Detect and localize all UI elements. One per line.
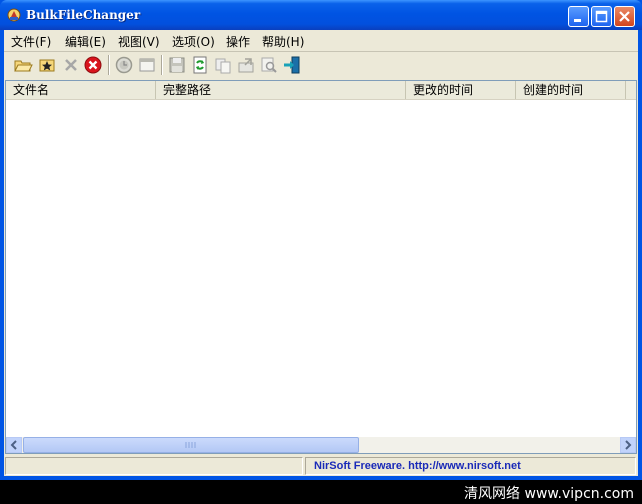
delete-icon[interactable] [61, 55, 81, 75]
stop-icon[interactable] [83, 55, 103, 75]
save-icon[interactable] [167, 55, 187, 75]
title-bar[interactable]: BulkFileChanger [0, 0, 642, 30]
window-icon[interactable] [137, 55, 157, 75]
copy-icon[interactable] [213, 55, 233, 75]
clock-icon[interactable] [114, 55, 134, 75]
maximize-icon [595, 10, 608, 23]
app-window: BulkFileChanger 文件(F) 编辑(E) 视图(V) 选项(O) … [0, 0, 642, 480]
status-pane-right: NirSoft Freeware. http://www.nirsoft.net [305, 457, 636, 475]
minimize-icon [574, 19, 581, 22]
exit-icon[interactable] [282, 55, 302, 75]
refresh-icon[interactable] [190, 55, 210, 75]
menu-view[interactable]: 视图(V) [118, 33, 160, 50]
status-pane-left [5, 457, 303, 475]
minimize-button[interactable] [568, 6, 589, 27]
menu-bar: 文件(F) 编辑(E) 视图(V) 选项(O) 操作 帮助(H) [4, 30, 638, 50]
close-icon [619, 11, 630, 22]
properties-icon[interactable] [236, 55, 256, 75]
watermark-bar: 清风网络 www.vipcn.com [0, 480, 642, 504]
client-area: 文件(F) 编辑(E) 视图(V) 选项(O) 操作 帮助(H) 文件名 完整路… [4, 30, 638, 476]
column-created-time[interactable]: 创建的时间 [516, 81, 626, 99]
horizontal-scrollbar[interactable] [6, 437, 636, 453]
list-header: 文件名 完整路径 更改的时间 创建的时间 [6, 81, 636, 100]
close-button[interactable] [614, 6, 635, 27]
window-title: BulkFileChanger [26, 8, 141, 22]
column-modified-time[interactable]: 更改的时间 [406, 81, 516, 99]
chevron-left-icon [10, 440, 17, 450]
column-file-name[interactable]: 文件名 [6, 81, 156, 99]
chevron-right-icon [625, 440, 632, 450]
menu-help[interactable]: 帮助(H) [262, 33, 304, 50]
maximize-button[interactable] [591, 6, 612, 27]
column-full-path[interactable]: 完整路径 [156, 81, 406, 99]
app-icon[interactable] [6, 7, 22, 23]
search-icon[interactable] [259, 55, 279, 75]
scroll-left-button[interactable] [6, 437, 22, 453]
menu-options[interactable]: 选项(O) [172, 33, 215, 50]
watermark-text: 清风网络 www.vipcn.com [464, 486, 634, 502]
toolbar-separator [161, 55, 163, 75]
toolbar [4, 52, 638, 78]
menu-edit[interactable]: 编辑(E) [65, 33, 106, 50]
add-star-icon[interactable] [37, 55, 57, 75]
scroll-thumb[interactable] [23, 437, 359, 453]
open-folder-icon[interactable] [13, 55, 33, 75]
file-list[interactable]: 文件名 完整路径 更改的时间 创建的时间 [5, 80, 637, 454]
toolbar-separator [108, 55, 110, 75]
status-bar: NirSoft Freeware. http://www.nirsoft.net [4, 456, 638, 476]
menu-action[interactable]: 操作 [226, 33, 250, 50]
menu-file[interactable]: 文件(F) [11, 33, 51, 50]
grip-icon [185, 442, 196, 448]
status-text[interactable]: NirSoft Freeware. http://www.nirsoft.net [314, 460, 521, 472]
scroll-right-button[interactable] [620, 437, 636, 453]
